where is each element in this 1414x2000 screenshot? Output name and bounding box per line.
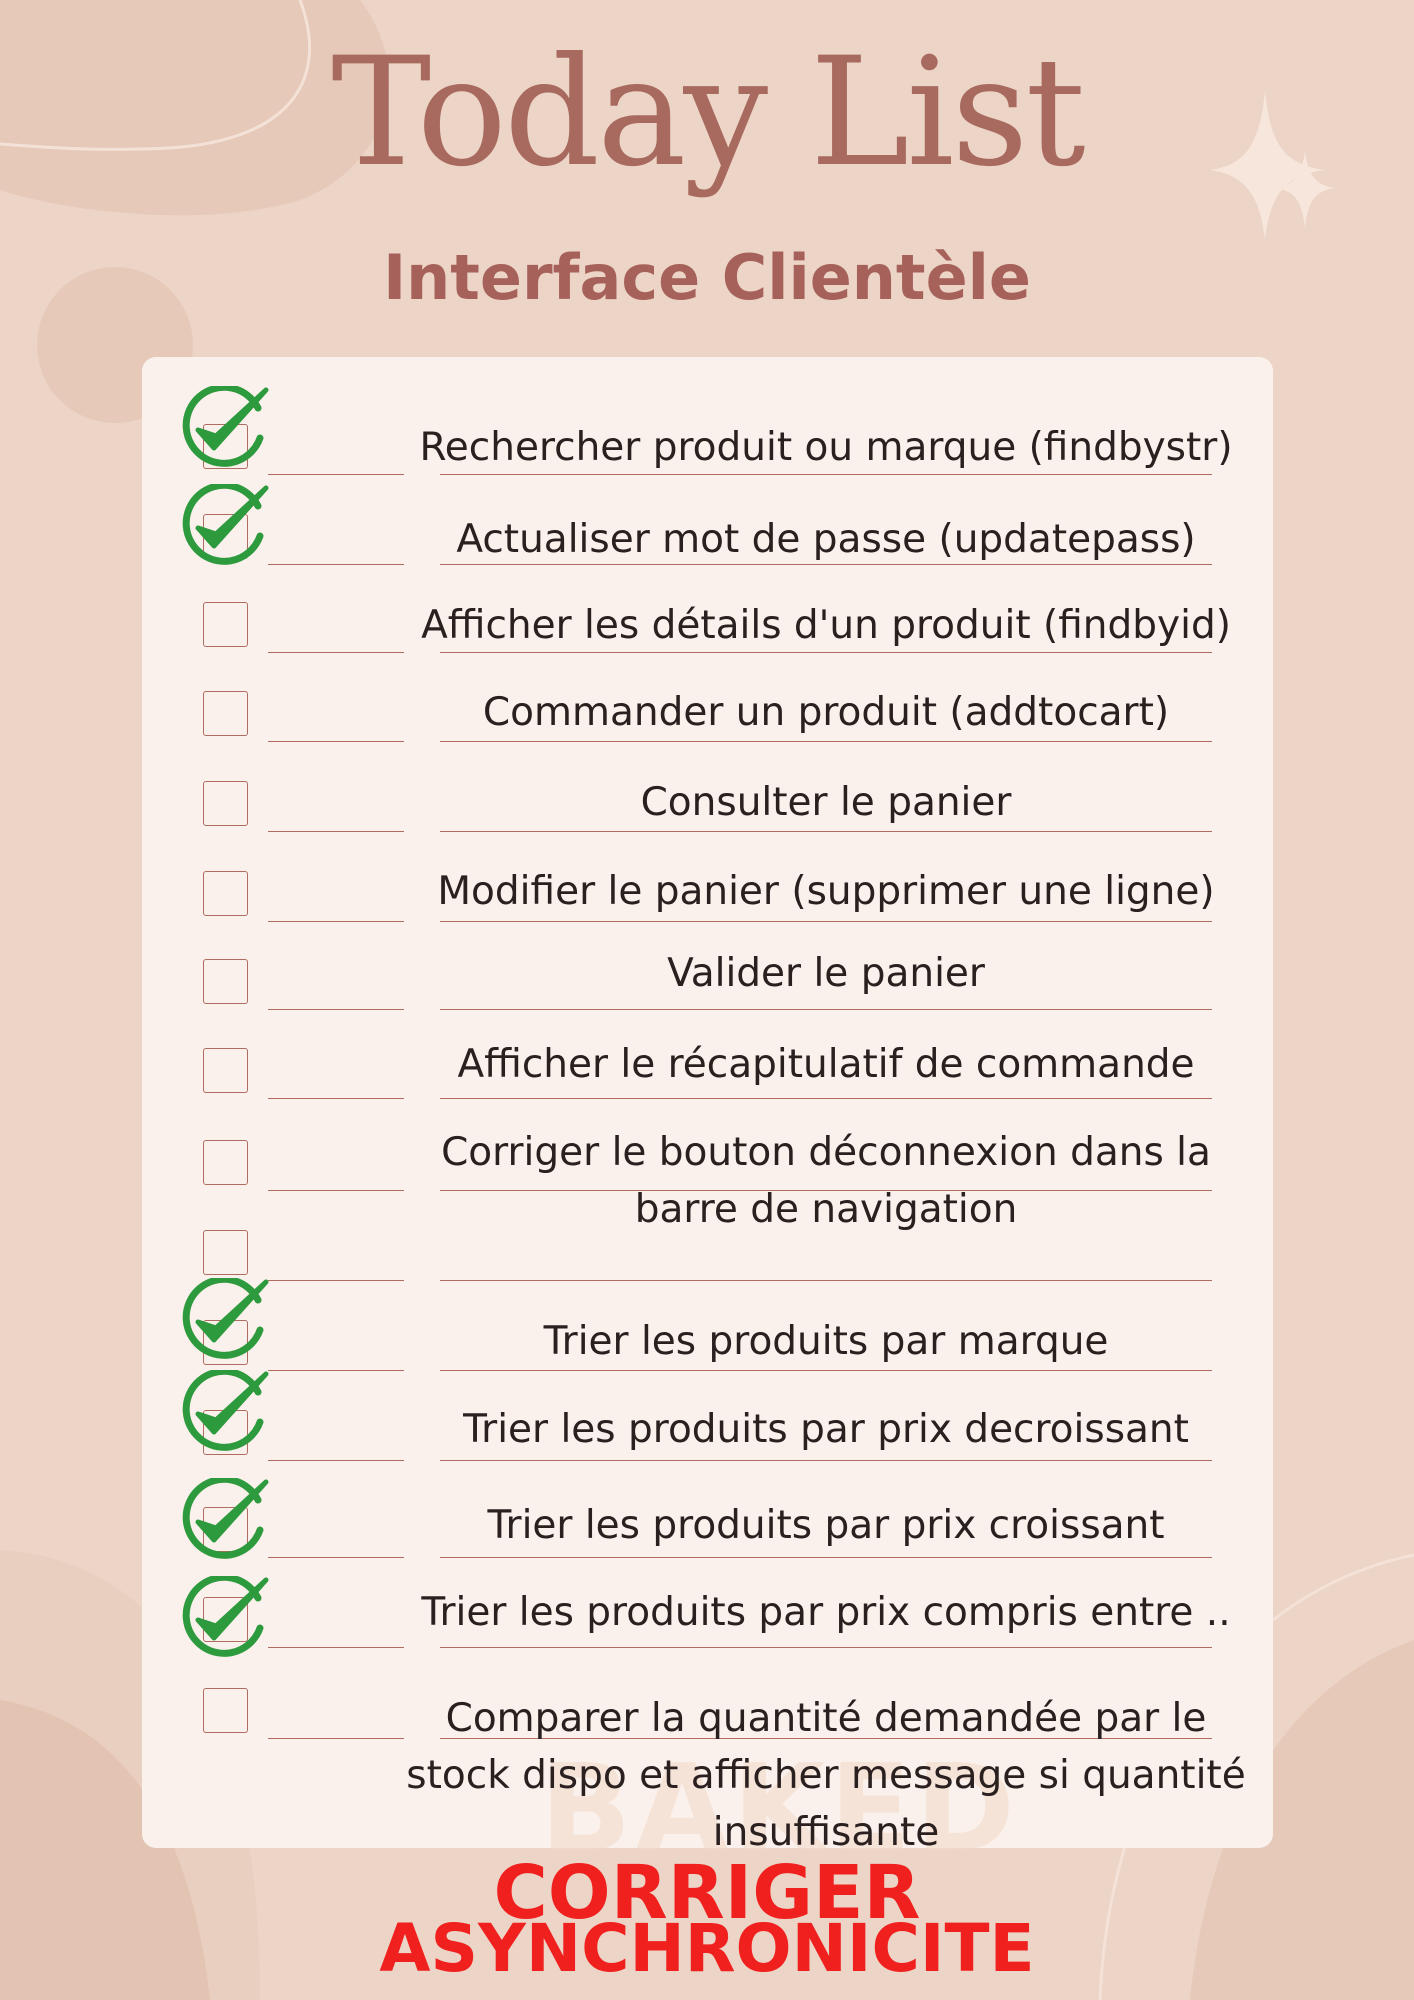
item-checkbox[interactable] bbox=[203, 1688, 248, 1733]
item-label-continued: barre de navigation bbox=[634, 1187, 1018, 1232]
item-label: Afficher le récapitulatif de commande bbox=[457, 1042, 1195, 1087]
item-label: Corriger le bouton déconnexion dans la bbox=[441, 1130, 1211, 1175]
item-checkbox[interactable] bbox=[203, 959, 248, 1004]
item-label: Commander un produit (addtocart) bbox=[482, 690, 1170, 735]
item-label: Actualiser mot de passe (updatepass) bbox=[456, 517, 1196, 562]
item-label-continued: stock dispo et afficher message si quant… bbox=[406, 1753, 1246, 1798]
item-checkbox[interactable] bbox=[203, 871, 248, 916]
item-label: Trier les produits par prix compris entr… bbox=[421, 1590, 1231, 1635]
item-label: Afficher les détails d'un produit (findb… bbox=[421, 603, 1231, 648]
short-underline bbox=[268, 1009, 404, 1010]
item-label: Consulter le panier bbox=[640, 780, 1012, 825]
note-line-2: ASYNCHRONICITE bbox=[379, 1910, 1035, 1987]
label-underline bbox=[440, 1280, 1212, 1281]
short-underline bbox=[268, 1738, 404, 1739]
short-underline bbox=[268, 741, 404, 742]
short-underline bbox=[268, 652, 404, 653]
page-subtitle: Interface Clientèle bbox=[383, 241, 1031, 314]
short-underline bbox=[268, 564, 404, 565]
label-underline bbox=[440, 1009, 1212, 1010]
label-underline bbox=[440, 1557, 1212, 1558]
checkmark-icon bbox=[182, 1278, 269, 1359]
short-underline bbox=[268, 921, 404, 922]
label-underline bbox=[440, 1098, 1212, 1099]
short-underline bbox=[268, 1647, 404, 1648]
checkmark-icon bbox=[182, 484, 269, 565]
item-checkbox[interactable] bbox=[203, 1140, 248, 1185]
item-label: Trier les produits par prix croissant bbox=[487, 1503, 1165, 1548]
short-underline bbox=[268, 1460, 404, 1461]
short-underline bbox=[268, 1190, 404, 1191]
checkmark-icon bbox=[182, 386, 269, 467]
item-checkbox[interactable] bbox=[203, 781, 248, 826]
item-checkbox[interactable] bbox=[203, 602, 248, 647]
item-checkbox[interactable] bbox=[203, 691, 248, 736]
page-title: Today List bbox=[331, 26, 1085, 200]
item-label: Rechercher produit ou marque (findbystr) bbox=[419, 425, 1233, 470]
item-checkbox[interactable] bbox=[203, 1230, 248, 1275]
label-underline bbox=[440, 921, 1212, 922]
short-underline bbox=[268, 1098, 404, 1099]
short-underline bbox=[268, 474, 404, 475]
short-underline bbox=[268, 1280, 404, 1281]
label-underline bbox=[440, 1647, 1212, 1648]
checkmark-icon bbox=[182, 1576, 269, 1657]
item-label: Modifier le panier (supprimer une ligne) bbox=[437, 869, 1215, 914]
item-label: Trier les produits par prix decroissant bbox=[463, 1407, 1189, 1452]
item-label: Trier les produits par marque bbox=[543, 1319, 1109, 1364]
short-underline bbox=[268, 831, 404, 832]
short-underline bbox=[268, 1370, 404, 1371]
item-label: Valider le panier bbox=[667, 951, 985, 996]
item-checkbox[interactable] bbox=[203, 1048, 248, 1093]
short-underline bbox=[268, 1557, 404, 1558]
label-underline bbox=[440, 1460, 1212, 1461]
checkmark-icon bbox=[182, 1478, 269, 1559]
checkmark-icon bbox=[182, 1370, 269, 1451]
item-label: Comparer la quantité demandée par le bbox=[445, 1696, 1207, 1741]
